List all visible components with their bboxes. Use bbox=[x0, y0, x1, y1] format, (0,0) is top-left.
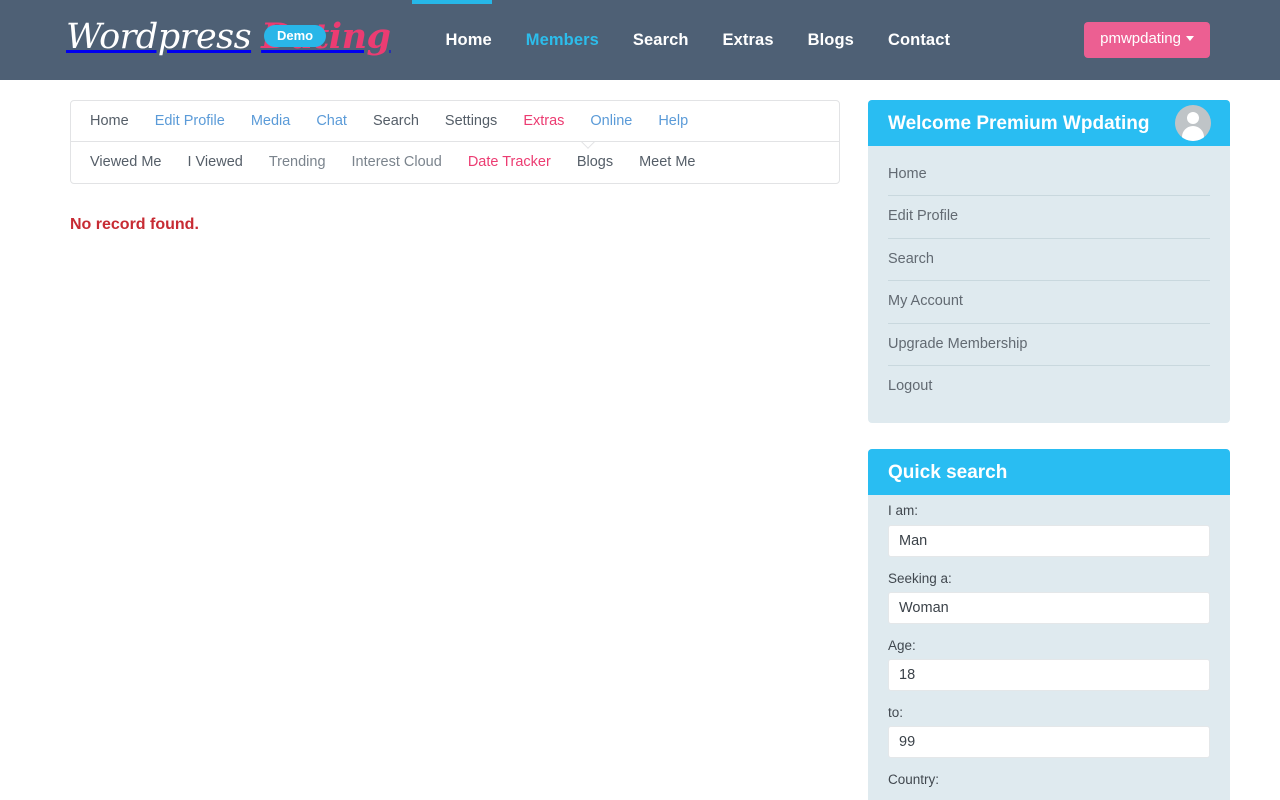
quick-search-widget-body: I am: Man Seeking a: Woman Age: 18 to: 9… bbox=[868, 495, 1230, 800]
account-menu-item-logout[interactable]: Logout bbox=[888, 366, 1210, 407]
logo-wordpress-text: Wordpress bbox=[66, 17, 252, 57]
select-seeking-a[interactable]: Woman bbox=[888, 591, 1210, 624]
quick-search-widget-title: Quick search bbox=[888, 461, 1008, 483]
tab-extras[interactable]: Extras bbox=[510, 114, 577, 129]
welcome-widget-header: Welcome Premium Wpdating bbox=[868, 100, 1230, 146]
account-menu-list: Home Edit Profile Search My Account Upgr… bbox=[888, 154, 1210, 407]
label-seeking-a: Seeking a: bbox=[888, 570, 952, 586]
label-country: Country: bbox=[888, 772, 940, 788]
nav-item-home[interactable]: Home bbox=[429, 31, 509, 50]
user-account-label: pmwpdating bbox=[1100, 30, 1181, 47]
select-age-from[interactable]: 18 bbox=[888, 658, 1210, 691]
subtab-i-viewed[interactable]: I Viewed bbox=[174, 155, 255, 170]
quick-search-widget: Quick search I am: Man Seeking a: Woman … bbox=[868, 449, 1230, 800]
welcome-widget-title: Welcome Premium Wpdating bbox=[888, 112, 1150, 134]
welcome-widget-body: Home Edit Profile Search My Account Upgr… bbox=[868, 146, 1230, 423]
subtab-blogs[interactable]: Blogs bbox=[564, 155, 626, 170]
welcome-widget: Welcome Premium Wpdating Home Edit Profi… bbox=[868, 100, 1230, 424]
user-account-dropdown-button[interactable]: pmwpdating bbox=[1084, 22, 1210, 58]
tab-chat[interactable]: Chat bbox=[303, 114, 360, 129]
tab-online[interactable]: Online bbox=[577, 114, 645, 129]
chevron-down-icon bbox=[1186, 36, 1194, 41]
tab-home[interactable]: Home bbox=[77, 114, 142, 129]
subtab-date-tracker[interactable]: Date Tracker bbox=[455, 155, 564, 170]
nav-item-members[interactable]: Members bbox=[509, 31, 616, 50]
tab-search[interactable]: Search bbox=[360, 114, 432, 129]
secondary-tab-row: Viewed Me I Viewed Trending Interest Clo… bbox=[71, 142, 839, 183]
active-nav-indicator bbox=[412, 0, 492, 4]
subtab-meet-me[interactable]: Meet Me bbox=[626, 155, 708, 170]
field-group-country: Country: bbox=[888, 772, 1210, 788]
top-navbar: WordpressDating Demo Home Members Search… bbox=[0, 0, 1280, 80]
tab-media[interactable]: Media bbox=[238, 114, 304, 129]
avatar-body-shape bbox=[1182, 126, 1204, 141]
account-menu-item-search[interactable]: Search bbox=[888, 239, 1210, 282]
nav-item-contact[interactable]: Contact bbox=[871, 31, 967, 50]
label-age-to: to: bbox=[888, 704, 904, 720]
account-menu-item-edit-profile[interactable]: Edit Profile bbox=[888, 196, 1210, 239]
site-logo[interactable]: WordpressDating Demo bbox=[66, 15, 391, 65]
label-age-from: Age: bbox=[888, 637, 916, 653]
select-i-am[interactable]: Man bbox=[888, 524, 1210, 557]
account-menu-item-home[interactable]: Home bbox=[888, 154, 1210, 197]
avatar-head-shape bbox=[1187, 112, 1199, 124]
tab-help[interactable]: Help bbox=[645, 114, 701, 129]
nav-item-extras[interactable]: Extras bbox=[706, 31, 791, 50]
sidebar-column: Welcome Premium Wpdating Home Edit Profi… bbox=[868, 100, 1230, 800]
main-content-column: Home Edit Profile Media Chat Search Sett… bbox=[70, 100, 840, 234]
subtab-trending[interactable]: Trending bbox=[256, 155, 339, 170]
field-group-i-am: I am: Man bbox=[888, 503, 1210, 557]
quick-search-widget-header: Quick search bbox=[868, 449, 1230, 496]
demo-badge: Demo bbox=[264, 25, 327, 47]
field-group-age-to: to: 99 bbox=[888, 704, 1210, 759]
subtab-viewed-me[interactable]: Viewed Me bbox=[77, 155, 174, 170]
no-record-message: No record found. bbox=[70, 216, 199, 233]
account-menu-item-upgrade-membership[interactable]: Upgrade Membership bbox=[888, 324, 1210, 366]
nav-item-blogs[interactable]: Blogs bbox=[791, 31, 871, 50]
primary-nav: Home Members Search Extras Blogs Contact bbox=[429, 31, 968, 50]
primary-tab-row: Home Edit Profile Media Chat Search Sett… bbox=[71, 101, 839, 142]
active-tab-notch-icon bbox=[580, 142, 596, 151]
field-group-age-from: Age: 18 bbox=[888, 638, 1210, 691]
field-group-seeking-a: Seeking a: Woman bbox=[888, 571, 1210, 624]
member-tabs-card: Home Edit Profile Media Chat Search Sett… bbox=[70, 100, 840, 184]
select-age-to[interactable]: 99 bbox=[888, 726, 1210, 759]
label-i-am: I am: bbox=[888, 503, 919, 519]
tab-settings[interactable]: Settings bbox=[432, 114, 510, 129]
nav-item-search[interactable]: Search bbox=[616, 31, 706, 50]
account-menu-item-my-account[interactable]: My Account bbox=[888, 281, 1210, 324]
subtab-interest-cloud[interactable]: Interest Cloud bbox=[339, 155, 455, 170]
user-avatar-icon[interactable] bbox=[1175, 105, 1211, 141]
page-body: Home Edit Profile Media Chat Search Sett… bbox=[0, 80, 1280, 800]
tab-edit-profile[interactable]: Edit Profile bbox=[142, 114, 238, 129]
